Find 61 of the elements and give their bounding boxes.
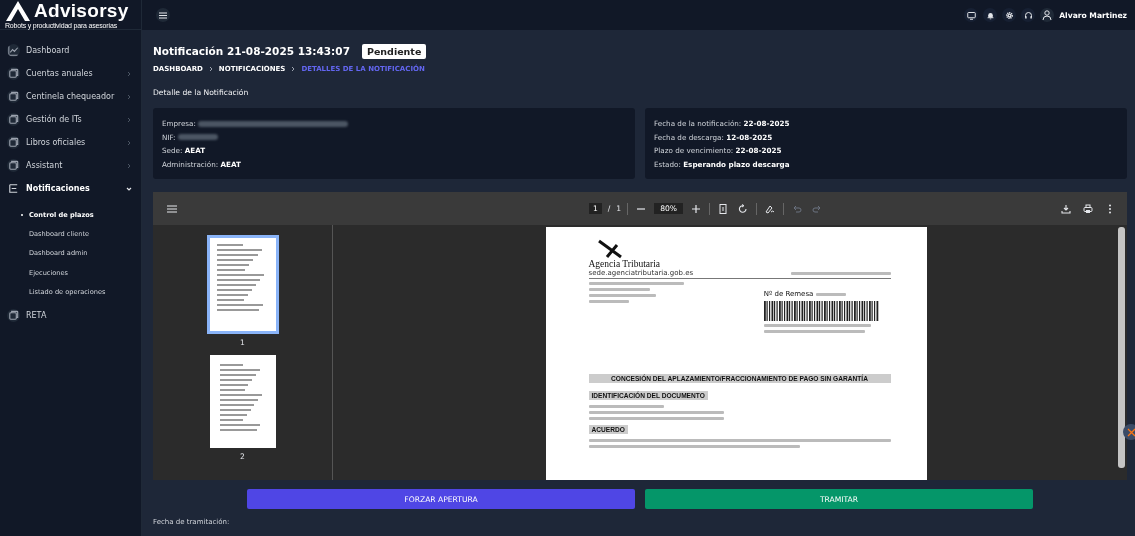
pen-icon (765, 203, 776, 214)
page-fit-icon (718, 203, 729, 214)
avatar[interactable] (1040, 8, 1055, 22)
copy-icon (7, 67, 20, 80)
sidebar-item[interactable]: Gestión de ITs (0, 108, 141, 131)
headphones-icon (1023, 10, 1033, 20)
rotate-icon (738, 203, 749, 214)
scrollbar-thumb[interactable] (1118, 227, 1125, 468)
monitor-icon (966, 10, 976, 20)
sidebar-item[interactable]: Dashboard (0, 39, 141, 62)
printer-icon (1083, 203, 1093, 214)
settings-button[interactable] (1002, 8, 1017, 22)
download-icon (1061, 203, 1071, 214)
agency-logo-icon (596, 239, 623, 259)
chevron-right-icon (125, 69, 133, 78)
bell-icon (985, 10, 995, 20)
chevron-right-icon (125, 92, 133, 101)
print-button[interactable] (1081, 201, 1095, 216)
page-thumbnail[interactable] (209, 355, 276, 448)
redacted-value (177, 134, 218, 141)
undo-icon (792, 203, 803, 214)
menu-button[interactable] (156, 8, 170, 22)
sidebar-item[interactable]: Centinela chequeador (0, 85, 141, 108)
chevron-right-icon (290, 66, 297, 72)
sidebar-item[interactable]: Assistant (0, 154, 141, 177)
menu-icon (159, 11, 167, 19)
menu-icon (167, 204, 177, 213)
redacted-line (588, 294, 657, 297)
copy-icon (7, 309, 20, 323)
monitor-button[interactable] (964, 8, 979, 22)
settings-icon (1004, 10, 1014, 20)
headphones-button[interactable] (1021, 8, 1036, 22)
agency-name: Agencia Tributaria (588, 259, 660, 269)
copy-icon (7, 113, 20, 126)
page-title: Notificación 21-08-2025 13:43:07 (153, 45, 350, 57)
helper-button[interactable] (1123, 424, 1135, 440)
redo-icon (812, 203, 823, 214)
sidebar-item[interactable]: RETA (0, 304, 141, 328)
redacted-line (816, 292, 847, 296)
bell-button[interactable] (983, 8, 998, 22)
brand-name: Advisorsy (34, 2, 129, 19)
page-thumbnail[interactable] (206, 235, 279, 334)
chevron-right-icon (125, 138, 133, 147)
sidebar-item[interactable]: Cuentas anuales (0, 62, 141, 85)
chart-icon (7, 44, 20, 57)
logo-icon (5, 0, 31, 22)
chevron-right-icon (125, 115, 133, 124)
redacted-line (588, 300, 630, 303)
chevron-right-icon (207, 66, 214, 72)
sidebar-item[interactable]: Notificaciones (0, 177, 141, 200)
redacted-line (588, 288, 650, 291)
list-icon (7, 182, 20, 195)
plus-icon (691, 203, 702, 214)
sidebar-item[interactable]: Libros oficiales (0, 131, 141, 154)
sidebar-toggle-button[interactable] (165, 202, 179, 215)
copy-icon (7, 90, 20, 103)
status-badge: Pendiente (361, 43, 427, 59)
user-icon (1042, 10, 1053, 20)
copy-icon (7, 159, 20, 172)
chevron-right-icon (125, 161, 133, 170)
copy-icon (7, 136, 20, 149)
